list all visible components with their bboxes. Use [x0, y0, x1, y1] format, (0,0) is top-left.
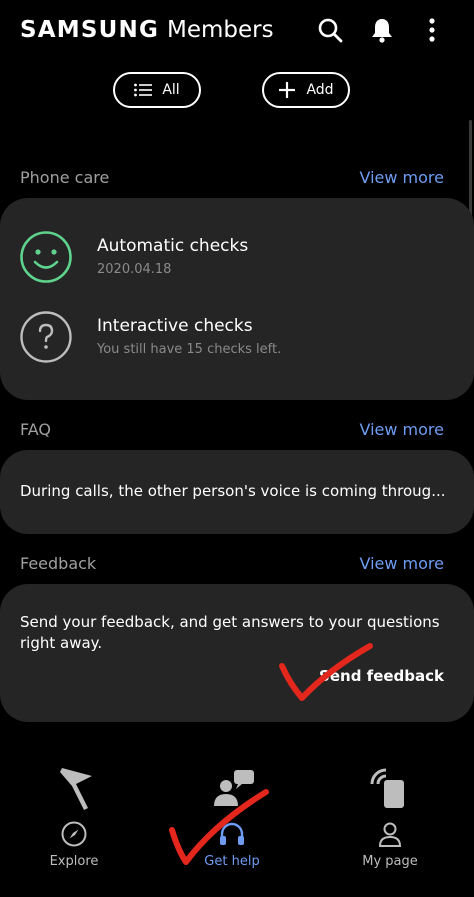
search-icon[interactable]: [314, 14, 346, 46]
nav-get-help[interactable]: Get help: [172, 820, 292, 890]
app-header: SAMSUNG Members: [0, 0, 474, 64]
brand-samsung: SAMSUNG: [20, 17, 160, 43]
plus-icon: [279, 82, 296, 98]
feedback-view-more[interactable]: View more: [360, 554, 445, 573]
smiley-icon: [20, 231, 72, 283]
interactive-checks-title: Interactive checks: [97, 316, 253, 336]
question-icon: [20, 311, 72, 363]
add-label: Add: [306, 82, 334, 98]
nav-my-page[interactable]: My page: [330, 820, 450, 890]
send-feedback-button[interactable]: Send feedback: [319, 667, 444, 685]
automatic-checks-date: 2020.04.18: [97, 262, 172, 277]
flag-icon: [60, 768, 92, 810]
faq-view-more[interactable]: View more: [360, 420, 445, 439]
nav-my-page-label: My page: [362, 854, 418, 869]
list-icon: [134, 83, 153, 97]
all-filter-button[interactable]: All: [113, 72, 201, 108]
phone-care-title: Phone care: [20, 168, 110, 187]
faq-item[interactable]: During calls, the other person's voice i…: [20, 482, 446, 500]
nav-get-help-label: Get help: [204, 854, 260, 869]
compass-icon: [61, 821, 87, 847]
interactive-checks-row[interactable]: Interactive checks You still have 15 che…: [0, 305, 474, 369]
person-icon: [378, 822, 402, 847]
phone-signal-icon: [370, 768, 404, 808]
all-filter-label: All: [162, 82, 180, 98]
feedback-description: Send your feedback, and get answers to y…: [20, 613, 440, 652]
headset-icon: [220, 822, 244, 845]
automatic-checks-row[interactable]: Automatic checks 2020.04.18: [0, 225, 474, 289]
add-button[interactable]: Add: [262, 72, 350, 108]
feedback-title: Feedback: [20, 554, 97, 573]
automatic-checks-title: Automatic checks: [97, 236, 249, 256]
interactive-checks-remaining: You still have 15 checks left.: [97, 342, 282, 357]
bell-icon[interactable]: [366, 14, 398, 46]
app-title: SAMSUNG Members: [20, 14, 274, 46]
chat-people-icon: [214, 770, 254, 806]
more-vertical-icon[interactable]: [416, 14, 448, 46]
nav-explore[interactable]: Explore: [14, 820, 134, 890]
faq-title: FAQ: [20, 420, 51, 439]
brand-members: Members: [167, 17, 274, 43]
phone-care-view-more[interactable]: View more: [360, 168, 445, 187]
nav-explore-label: Explore: [49, 854, 99, 869]
